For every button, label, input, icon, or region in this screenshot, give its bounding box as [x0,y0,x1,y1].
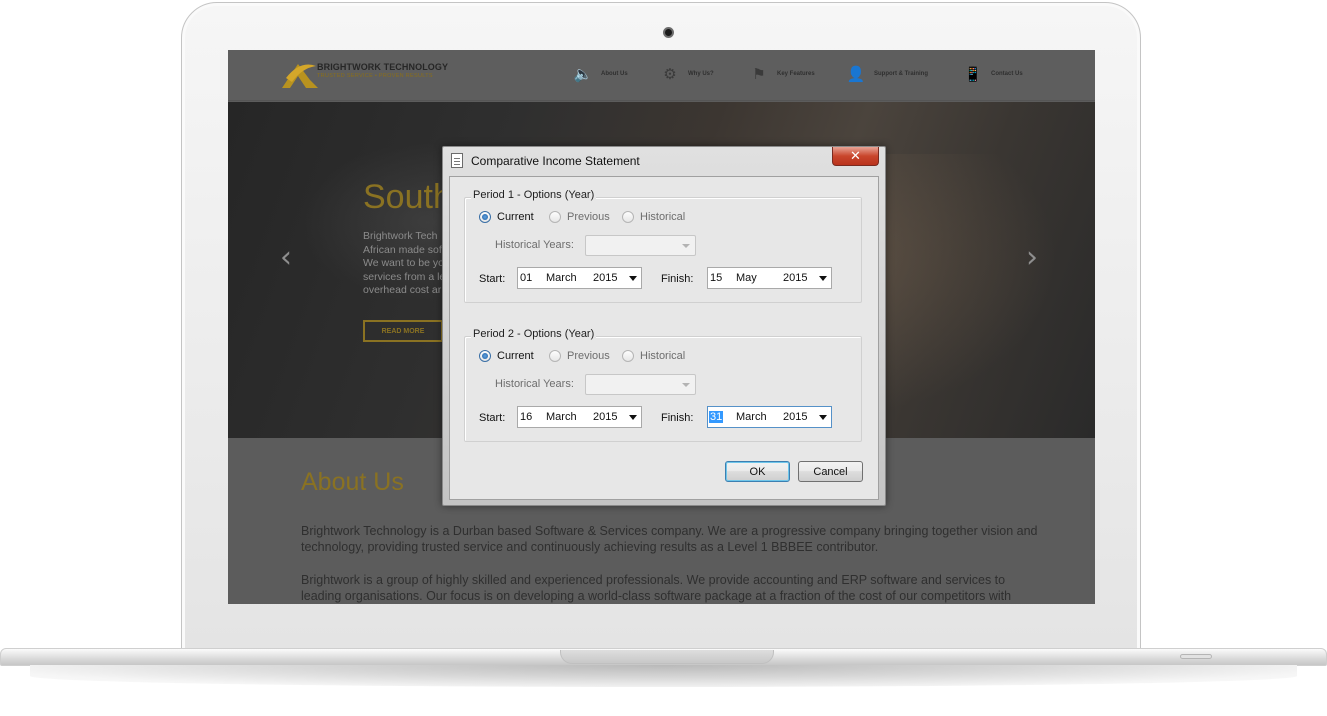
nav-key-features[interactable]: ⚑ Key Features [749,64,815,84]
period1-historical-years-select[interactable] [585,235,696,256]
period2-label: Period 2 - Options (Year) [471,328,597,340]
hero-title: South [363,178,452,216]
about-paragraph-2: Brightwork is a group of highly skilled … [301,573,1012,603]
slider-next-icon[interactable]: › [1026,240,1038,275]
cancel-button[interactable]: Cancel [798,461,863,482]
hero-text-line: African made sof [363,243,442,256]
site-header: BRIGHTWORK TECHNOLOGY TRUSTED SERVICE • … [228,50,1095,101]
nav-label: Support & Training [874,71,928,77]
radio-label: Historical [640,211,686,223]
nav-why-us[interactable]: ⚙ Why Us? [660,64,714,84]
nav-label: Key Features [777,71,815,77]
read-more-button[interactable]: READ MORE [363,320,443,342]
date-month: March [546,272,577,284]
period1-finish-date[interactable]: 15 May 2015 [707,267,832,289]
period2-historical-years-label: Historical Years: [495,378,574,390]
speaker-icon: 🔈 [573,66,593,83]
period2-radio-historical[interactable]: Historical [622,350,685,362]
radio-label: Historical [640,350,686,362]
slider-prev-icon[interactable]: ‹ [280,240,292,275]
date-year: 2015 [783,272,808,284]
period1-finish-label: Finish: [661,273,694,285]
period1-radio-current[interactable]: Current [479,211,534,223]
person-icon: 👤 [846,66,866,83]
date-day: 16 [520,411,533,423]
period2-start-date[interactable]: 16 March 2015 [517,406,642,428]
date-year: 2015 [593,272,618,284]
hero-text-line: services from a le [363,270,446,283]
period1-label: Period 1 - Options (Year) [471,189,597,201]
nav-contact-us[interactable]: 📱 Contact Us [963,64,1023,84]
period2-finish-label: Finish: [661,412,694,424]
date-day: 15 [710,272,723,284]
close-button[interactable]: ✕ [832,147,879,166]
date-year: 2015 [593,411,618,423]
brand-tagline: TRUSTED SERVICE • PROVEN RESULTS [317,73,433,79]
period1-radio-historical[interactable]: Historical [622,211,685,223]
radio-label: Previous [567,350,610,362]
radio-selected-icon [479,350,491,362]
date-month: March [546,411,577,423]
document-icon [451,153,463,168]
hero-text-line: We want to be yo [363,257,444,269]
radio-label: Current [497,350,534,362]
nav-label: Contact Us [991,71,1023,77]
dialog-title: Comparative Income Statement [471,154,640,168]
date-day: 01 [520,272,533,284]
period1-start-label: Start: [479,273,506,285]
hero-text-line: overhead cost ar [363,284,442,296]
radio-label: Current [497,211,534,223]
dropdown-arrow-icon[interactable] [629,415,637,420]
period2-start-label: Start: [479,412,506,424]
radio-label: Previous [567,211,610,223]
laptop-notch [560,650,774,664]
dialog-body: Period 1 - Options (Year) Current Previo… [449,176,879,500]
dropdown-arrow-icon[interactable] [629,276,637,281]
period1-radio-previous[interactable]: Previous [549,211,610,223]
period1-historical-years-label: Historical Years: [495,239,574,251]
nav-label: Why Us? [688,71,714,77]
phone-icon: 📱 [963,66,983,83]
ok-button[interactable]: OK [725,461,790,482]
gears-icon: ⚙ [663,66,677,83]
dialog-titlebar[interactable]: Comparative Income Statement ✕ [443,147,885,175]
flag-icon: ⚑ [752,66,766,83]
nav-about-us[interactable]: 🔈 About Us [573,64,628,84]
period2-historical-years-select[interactable] [585,374,696,395]
about-title: About Us [301,468,404,496]
period2-radio-previous[interactable]: Previous [549,350,610,362]
date-day-selected: 31 [709,411,724,423]
dropdown-arrow-icon[interactable] [819,276,827,281]
nav-support-training[interactable]: 👤 Support & Training [846,64,928,84]
radio-unselected-icon [622,350,634,362]
period1-group: Period 1 - Options (Year) Current Previo… [464,189,862,303]
laptop-indicator [1180,654,1212,659]
webcam [663,27,674,38]
hero-text: Brightwork Tech African made sof We want… [363,230,453,298]
dropdown-arrow-icon[interactable] [819,415,827,420]
period2-radio-current[interactable]: Current [479,350,534,362]
laptop-shadow [30,665,1297,687]
period1-start-date[interactable]: 01 March 2015 [517,267,642,289]
date-month: May [736,272,757,284]
nav-label: About Us [601,71,628,77]
date-year: 2015 [783,411,808,423]
radio-unselected-icon [622,211,634,223]
brand-name: BRIGHTWORK TECHNOLOGY [317,62,449,72]
comparative-income-dialog: Comparative Income Statement ✕ Period 1 … [442,146,886,506]
radio-unselected-icon [549,211,561,223]
hero-text-line: Brightwork Tech [363,230,438,242]
brightwork-logo[interactable] [280,58,320,94]
radio-selected-icon [479,211,491,223]
period2-finish-date[interactable]: 31 March 2015 [707,406,832,428]
date-month: March [736,411,767,423]
radio-unselected-icon [549,350,561,362]
about-paragraph-1: Brightwork Technology is a Durban based … [301,524,1038,554]
period2-group: Period 2 - Options (Year) Current Previo… [464,328,862,442]
